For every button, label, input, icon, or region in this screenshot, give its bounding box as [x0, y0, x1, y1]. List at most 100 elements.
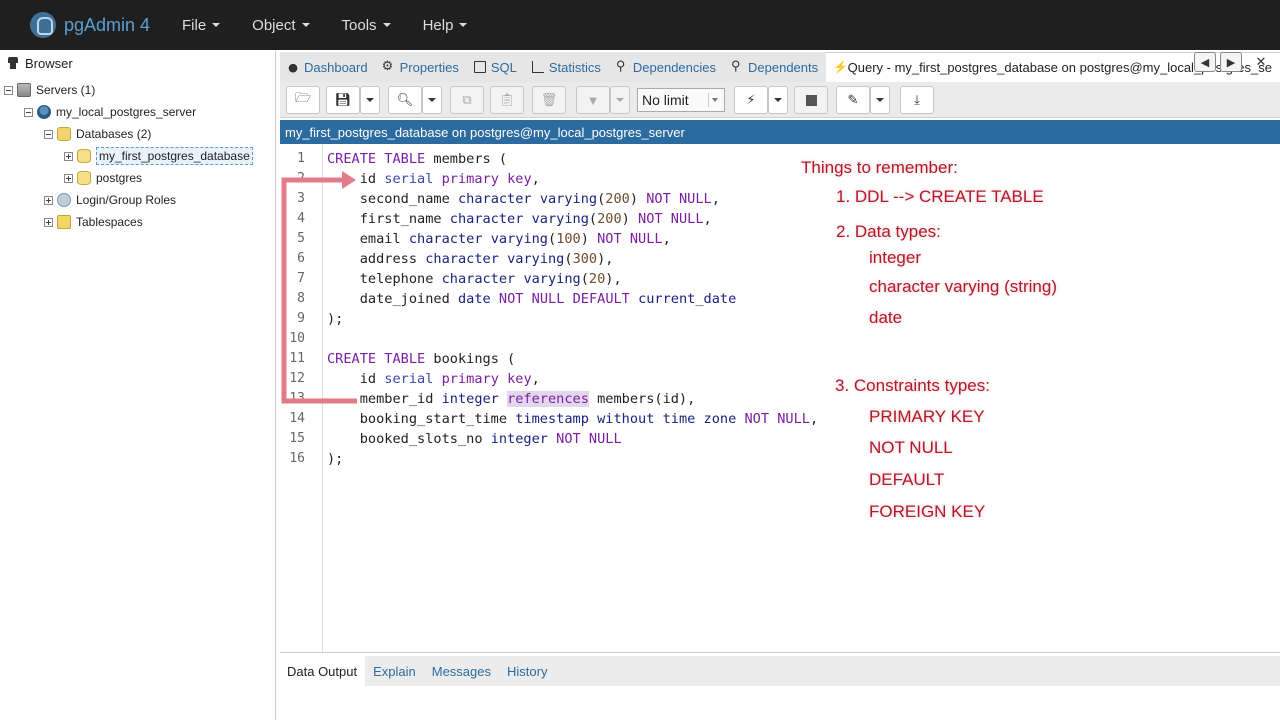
tree-item-label: my_first_postgres_database [96, 147, 253, 165]
edit-dropdown-button[interactable] [870, 86, 890, 114]
chevron-down-icon [366, 98, 374, 102]
tree-item-label: Databases (2) [76, 127, 152, 141]
tab-history[interactable]: History [499, 656, 555, 686]
tab-dependents[interactable]: Dependents [724, 52, 826, 82]
menu-file[interactable]: File [182, 17, 238, 34]
collapse-icon[interactable] [4, 85, 13, 95]
tab-scroll-right-button[interactable]: ▶ [1220, 52, 1242, 72]
lightning-icon: ⚡︎ [746, 92, 756, 107]
chevron-down-icon [212, 23, 221, 27]
filter-icon: ▼ [586, 92, 600, 108]
code-line: telephone character varying(20), [327, 271, 622, 287]
tree-item-tablespaces[interactable]: Tablespaces [44, 212, 143, 232]
chevron-down-icon [382, 23, 391, 27]
expand-icon[interactable] [64, 151, 73, 161]
close-icon[interactable]: ✕ [1250, 52, 1272, 72]
stop-icon [805, 94, 817, 106]
tab-explain[interactable]: Explain [365, 656, 424, 686]
menu-tools[interactable]: Tools [342, 17, 409, 34]
results-panel: Data Output Explain Messages History [280, 652, 1280, 720]
tree-item-label: postgres [96, 171, 143, 185]
tab-label: Dashboard [304, 59, 368, 75]
app-name: pgAdmin 4 [64, 14, 151, 35]
tab-label: Explain [373, 663, 416, 679]
line-number: 11 [289, 351, 305, 366]
code-line: second_name character varying(200) NOT N… [327, 191, 720, 207]
stop-button[interactable] [794, 86, 828, 114]
gear-icon [382, 58, 395, 74]
note-item: 1. DDL --> CREATE TABLE [836, 187, 1044, 206]
tab-messages[interactable]: Messages [424, 656, 499, 686]
code-line: member_id integer references members(id)… [327, 391, 696, 407]
delete-button[interactable]: 🗑︎ [532, 86, 566, 114]
dashboard-icon [287, 61, 299, 73]
browser-panel: Browser Servers (1) my_local_postgres_se… [0, 50, 276, 720]
file-icon [473, 61, 486, 73]
row-limit-value: No limit [642, 92, 689, 108]
filter-dropdown-button[interactable] [610, 86, 630, 114]
tree-item-roles[interactable]: Login/Group Roles [44, 190, 176, 210]
tab-sql[interactable]: SQL [467, 52, 525, 82]
line-number-gutter: 1 2 3 4 5 6 7 8 9 10 11 12 13 14 15 16 [280, 144, 323, 652]
menu-help-label: Help [422, 16, 454, 34]
chart-icon [531, 61, 544, 73]
chevron-down-icon [301, 23, 310, 27]
panel-tabs: Dashboard Properties SQL Statistics Depe… [280, 52, 1280, 82]
search-icon: 🔍︎ [396, 92, 414, 107]
line-number: 7 [297, 271, 305, 286]
expand-icon[interactable] [44, 195, 53, 205]
chevron-down-icon [616, 98, 624, 102]
folder-open-icon: 🗁 [294, 90, 312, 105]
note-subitem: NOT NULL [869, 438, 953, 457]
download-icon: ⤓ [914, 92, 920, 107]
connection-bar: my_first_postgres_database on postgres@m… [280, 120, 1280, 144]
paste-button[interactable]: 📋︎ [490, 86, 524, 114]
menu-help[interactable]: Help [423, 17, 486, 34]
sql-editor[interactable]: 1 2 3 4 5 6 7 8 9 10 11 12 13 14 15 16 C… [280, 144, 1280, 652]
filter-button[interactable]: ▼ [576, 86, 610, 114]
chevron-down-icon [876, 98, 884, 102]
browser-title: Browser [25, 55, 73, 71]
tab-statistics[interactable]: Statistics [525, 52, 609, 82]
tab-properties[interactable]: Properties [376, 52, 467, 82]
tree-item-databases[interactable]: Databases (2) [44, 124, 151, 144]
execute-dropdown-button[interactable] [768, 86, 788, 114]
connection-label: my_first_postgres_database on postgres@m… [285, 124, 685, 140]
download-button[interactable]: ⤓ [900, 86, 934, 114]
tab-dashboard[interactable]: Dashboard [280, 52, 376, 82]
tab-label: Dependents [748, 59, 819, 75]
find-button[interactable]: 🔍︎ [388, 86, 422, 114]
save-button[interactable]: 💾︎ [326, 86, 360, 114]
menu-object[interactable]: Object [252, 17, 327, 34]
copy-button[interactable]: ⧉ [450, 86, 484, 114]
find-dropdown-button[interactable] [422, 86, 442, 114]
chevron-down-icon [428, 98, 436, 102]
code-line: ); [327, 311, 344, 327]
lightning-icon [833, 60, 847, 74]
execute-button[interactable]: ⚡︎ [734, 86, 768, 114]
collapse-icon[interactable] [24, 107, 33, 117]
tab-scroll-left-button[interactable]: ◀ [1194, 52, 1216, 72]
expand-icon[interactable] [44, 217, 53, 227]
tree-item-server[interactable]: my_local_postgres_server [24, 102, 196, 122]
save-dropdown-button[interactable] [360, 86, 380, 114]
line-number: 6 [297, 251, 305, 266]
tab-label: History [507, 663, 548, 679]
tree-item-db-my-first[interactable]: my_first_postgres_database [64, 146, 253, 166]
tab-data-output[interactable]: Data Output [280, 656, 366, 686]
edit-button[interactable]: ✎ [836, 86, 870, 114]
tab-dependencies[interactable]: Dependencies [609, 52, 724, 82]
tree-item-db-postgres[interactable]: postgres [64, 168, 142, 188]
code-line: date_joined date NOT NULL DEFAULT curren… [327, 291, 737, 307]
code-line: booking_start_time timestamp without tim… [327, 411, 819, 427]
tree-item-label: Servers (1) [36, 83, 96, 97]
chevron-down-icon [708, 93, 720, 107]
menu-object-label: Object [252, 16, 296, 34]
row-limit-select[interactable]: No limit [637, 88, 725, 112]
app-brand[interactable]: pgAdmin 4 [30, 12, 182, 38]
open-file-button[interactable]: 🗁 [286, 86, 320, 114]
expand-icon[interactable] [64, 173, 73, 183]
code-line: email character varying(100) NOT NULL, [327, 231, 671, 247]
tree-item-servers[interactable]: Servers (1) [4, 80, 95, 100]
collapse-icon[interactable] [44, 129, 53, 139]
